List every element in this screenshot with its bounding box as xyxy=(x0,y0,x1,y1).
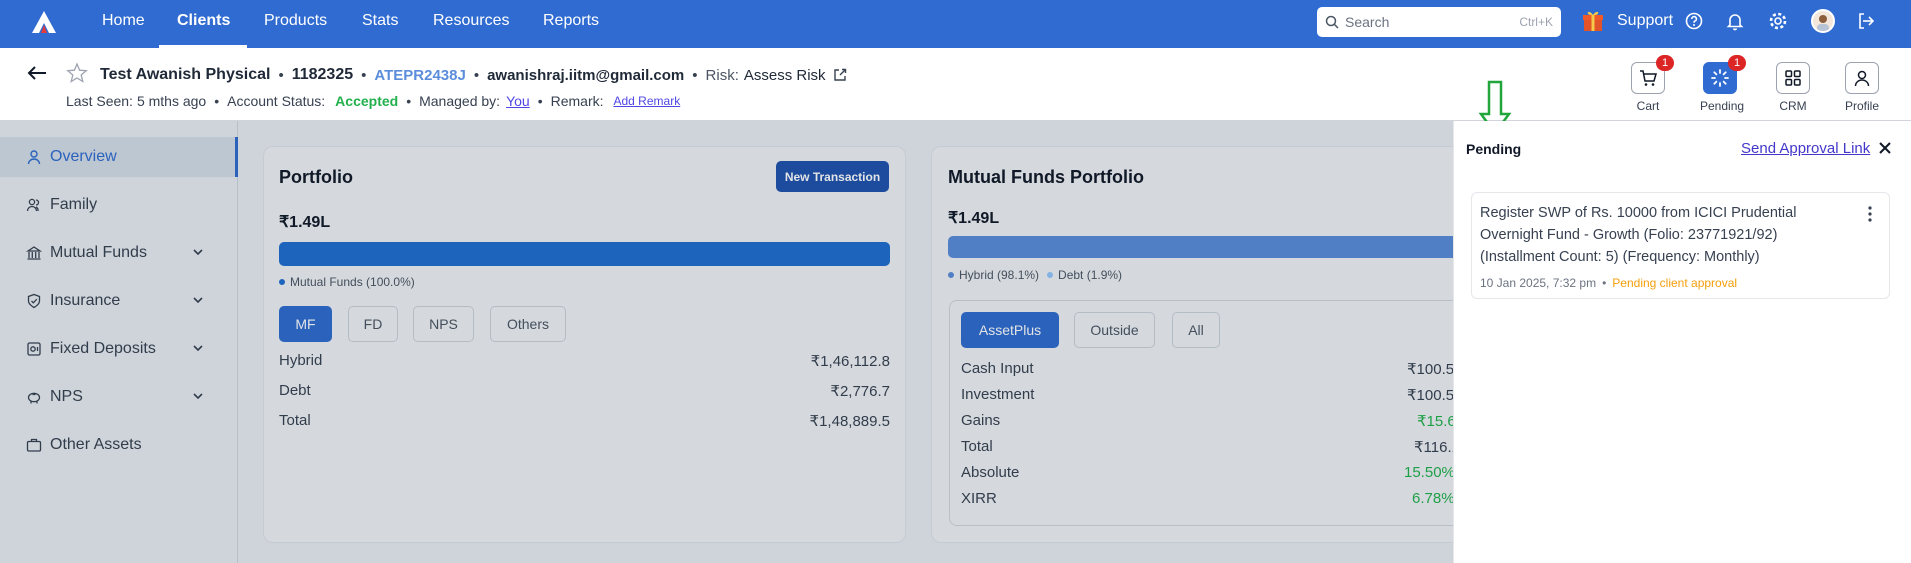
pending-drawer: Pending Send Approval Link Register SWP … xyxy=(1453,121,1911,563)
last-seen-label: Last Seen: xyxy=(66,93,133,109)
account-status-badge: Accepted xyxy=(335,93,399,109)
help-circle-icon[interactable] xyxy=(1683,10,1705,32)
bell-icon[interactable] xyxy=(1724,10,1746,32)
pending-request-card: Register SWP of Rs. 10000 from ICICI Pru… xyxy=(1471,192,1890,299)
separator-dot: • xyxy=(278,66,284,84)
close-icon[interactable] xyxy=(1877,140,1893,156)
assess-risk-link[interactable]: Assess Risk xyxy=(744,67,826,84)
grid-icon xyxy=(1785,70,1801,86)
nav-resources[interactable]: Resources xyxy=(433,0,509,48)
remark-label: Remark: xyxy=(550,93,604,109)
user-photo-icon xyxy=(1817,15,1829,31)
managed-by-label: Managed by: xyxy=(419,93,501,109)
crm-button[interactable]: CRM xyxy=(1773,62,1813,113)
cart-button[interactable]: 1 Cart xyxy=(1628,55,1674,113)
separator-dot: • xyxy=(537,93,543,109)
nav-home[interactable]: Home xyxy=(102,0,145,48)
drawer-title: Pending xyxy=(1466,141,1522,157)
pending-label: Pending xyxy=(1700,99,1745,113)
nav-clients[interactable]: Clients xyxy=(177,0,230,48)
account-status-label: Account Status: xyxy=(227,93,326,109)
separator-dot: • xyxy=(1602,276,1607,290)
cart-badge: 1 xyxy=(1656,55,1674,71)
pending-button[interactable]: 1 Pending xyxy=(1700,55,1746,113)
gear-icon[interactable] xyxy=(1767,10,1789,32)
managed-by-link[interactable]: You xyxy=(506,93,530,109)
avatar[interactable] xyxy=(1811,9,1835,33)
pending-badge: 1 xyxy=(1728,55,1746,71)
client-email[interactable]: awanishraj.iitm@gmail.com xyxy=(487,67,684,84)
client-header: Test Awanish Physical • 1182325 • ATEPR2… xyxy=(0,48,1911,121)
search-shortcut: Ctrl+K xyxy=(1519,15,1553,29)
search-placeholder: Search xyxy=(1345,14,1390,30)
add-remark-link[interactable]: Add Remark xyxy=(614,94,681,108)
nav-stats[interactable]: Stats xyxy=(362,0,398,48)
request-date: 10 Jan 2025, 7:32 pm xyxy=(1480,276,1597,290)
support-link[interactable]: Support xyxy=(1617,0,1673,42)
nav-reports[interactable]: Reports xyxy=(543,0,599,48)
crm-label: CRM xyxy=(1779,99,1807,113)
separator-dot: • xyxy=(406,93,412,109)
logout-icon[interactable] xyxy=(1855,10,1877,32)
back-arrow-icon[interactable] xyxy=(26,64,48,82)
separator-dot: • xyxy=(214,93,220,109)
support-label: Support xyxy=(1617,12,1674,29)
client-id: 1182325 xyxy=(291,66,354,83)
star-icon[interactable] xyxy=(66,62,88,84)
risk-label: Risk: xyxy=(705,66,739,84)
client-info-line: Test Awanish Physical • 1182325 • ATEPR2… xyxy=(100,66,847,84)
send-approval-link[interactable]: Send Approval Link xyxy=(1741,140,1870,157)
gift-icon[interactable] xyxy=(1582,9,1604,33)
app-logo[interactable] xyxy=(30,9,58,35)
request-status: Pending client approval xyxy=(1612,276,1738,290)
separator-dot: • xyxy=(473,66,480,84)
client-name: Test Awanish Physical xyxy=(100,66,271,83)
separator-dot: • xyxy=(692,66,698,84)
last-seen-value: 5 mths ago xyxy=(136,93,207,109)
separator-dot: • xyxy=(361,66,367,84)
nav-products[interactable]: Products xyxy=(264,0,327,48)
client-pan[interactable]: ATEPR2438J xyxy=(374,67,465,84)
search-icon xyxy=(1325,15,1339,29)
client-status-line: Last Seen: 5 mths ago • Account Status: … xyxy=(66,93,680,109)
loading-spinner-icon xyxy=(1711,69,1729,87)
search-input[interactable]: Search Ctrl+K xyxy=(1317,7,1561,37)
request-description: Register SWP of Rs. 10000 from ICICI Pru… xyxy=(1480,205,1797,265)
external-link-icon[interactable] xyxy=(833,68,847,82)
request-meta: 10 Jan 2025, 7:32 pm • Pending client ap… xyxy=(1480,276,1737,290)
top-navbar: Home Clients Products Stats Resources Re… xyxy=(0,0,1911,48)
cart-icon xyxy=(1640,70,1657,86)
cart-label: Cart xyxy=(1636,99,1660,113)
profile-label: Profile xyxy=(1844,99,1879,113)
more-options-icon[interactable] xyxy=(1867,205,1873,223)
profile-button[interactable]: Profile xyxy=(1842,62,1882,113)
drawer-backdrop[interactable] xyxy=(0,121,1453,563)
user-icon xyxy=(1854,70,1870,87)
